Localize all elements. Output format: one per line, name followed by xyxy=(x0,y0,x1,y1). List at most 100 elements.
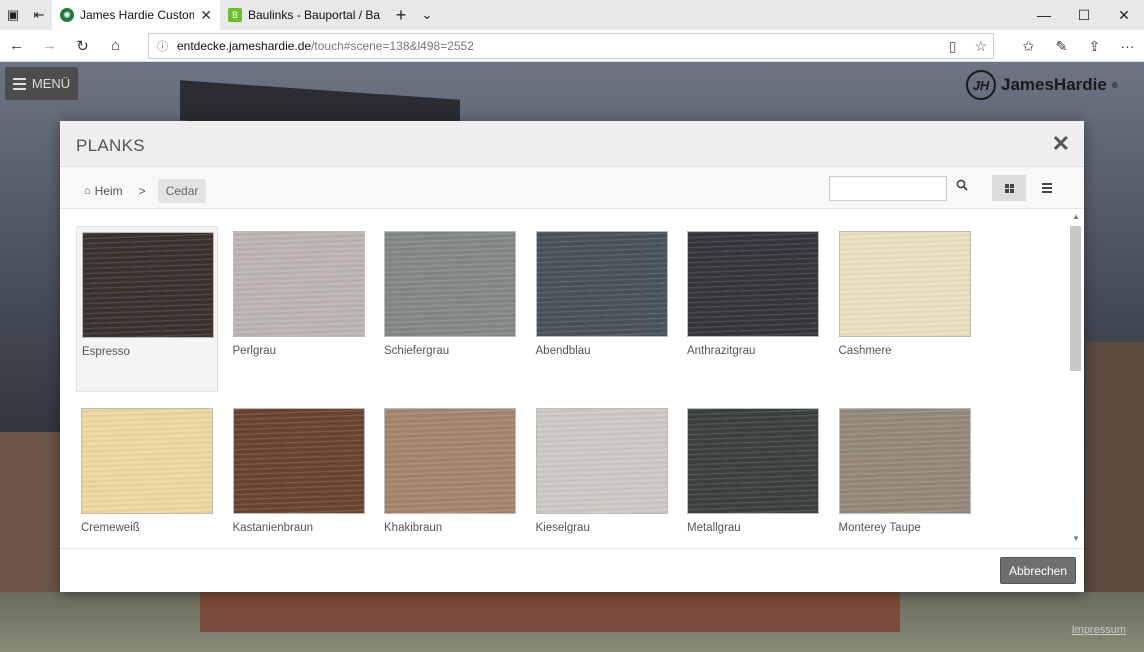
tabs-aside-icon[interactable]: ⇤ xyxy=(26,0,52,30)
site-info-icon[interactable]: ⓘ xyxy=(157,38,177,54)
home-icon[interactable]: ⌂ xyxy=(99,30,132,62)
minimize-icon[interactable]: — xyxy=(1024,0,1064,30)
favorites-hub-icon[interactable]: ✩ xyxy=(1012,38,1045,55)
address-bar: ← → ↻ ⌂ ⓘ entdecke.jameshardie.de /touch… xyxy=(0,30,1144,62)
swatch-label: Monterey Taupe xyxy=(838,522,921,534)
modal-close-icon[interactable]: ✕ xyxy=(1052,131,1070,157)
swatch-tile[interactable]: Cashmere xyxy=(834,226,976,392)
reading-view-icon[interactable]: ▯ xyxy=(949,38,957,55)
swatch-tile[interactable]: Abendblau xyxy=(531,226,673,392)
swatch-tile[interactable]: Kieselgrau xyxy=(531,403,673,548)
background-brick-wall xyxy=(200,592,900,632)
breadcrumb-home[interactable]: Heim xyxy=(95,184,123,198)
swatch-label: Metallgrau xyxy=(687,522,741,534)
swatch-label: Kieselgrau xyxy=(535,522,590,534)
swatch-tile[interactable]: Khakibraun xyxy=(379,403,521,548)
cancel-button[interactable]: Abbrechen xyxy=(1000,557,1076,584)
share-icon[interactable]: ⇪ xyxy=(1078,38,1111,55)
breadcrumb-separator: > xyxy=(138,184,146,198)
refresh-icon[interactable]: ↻ xyxy=(66,30,99,62)
swatch-image xyxy=(384,231,516,337)
swatch-tile[interactable]: Metallgrau xyxy=(682,403,824,548)
modal-header: PLANKS ✕ xyxy=(60,121,1084,167)
modal-footer: Abbrechen xyxy=(60,548,1084,592)
tab-actions-icon[interactable]: ▣ xyxy=(0,0,26,30)
scroll-thumb[interactable] xyxy=(1070,226,1081,371)
page-content: MENÜ JH JamesHardie ® Impressum PLANKS ✕… xyxy=(0,62,1144,652)
maximize-icon[interactable]: ☐ xyxy=(1064,0,1104,30)
new-tab-icon[interactable]: + xyxy=(388,0,414,30)
jh-logo-icon: JH xyxy=(966,70,996,100)
planks-modal: PLANKS ✕ ⌂ Heim > Cedar Espresso Perlgra… xyxy=(60,121,1084,592)
menu-label: MENÜ xyxy=(31,76,71,91)
swatch-label: Espresso xyxy=(82,346,130,358)
search-input[interactable] xyxy=(829,176,947,201)
brand-registered-mark: ® xyxy=(1111,80,1118,90)
swatch-label: Cremeweiß xyxy=(81,522,140,534)
tab-james-hardie[interactable]: ✺ James Hardie Customiz ✕ xyxy=(52,0,220,30)
tab-title: Baulinks - Bauportal / Baum xyxy=(248,8,380,22)
swatch-tile[interactable]: Schiefergrau xyxy=(379,226,521,392)
swatch-label: Kastanienbraun xyxy=(232,522,314,534)
swatch-tile[interactable]: Kastanienbraun xyxy=(228,403,370,548)
background-house-right xyxy=(1085,342,1144,592)
grid-view-icon xyxy=(1004,183,1014,193)
tab-list-chevron-icon[interactable]: ⌄ xyxy=(414,0,440,30)
swatch-image xyxy=(838,231,971,337)
modal-toolbar: ⌂ Heim > Cedar xyxy=(60,167,1084,209)
impressum-link[interactable]: Impressum xyxy=(1072,624,1126,636)
home-crumb-icon[interactable]: ⌂ xyxy=(84,185,91,197)
search-icon[interactable] xyxy=(956,179,968,194)
brand-logo: JH JamesHardie ® xyxy=(966,70,1118,100)
scroll-down-icon[interactable]: ▼ xyxy=(1070,534,1082,546)
more-icon[interactable]: ··· xyxy=(1111,38,1144,54)
browser-window: ▣ ⇤ ✺ James Hardie Customiz ✕ B Baulinks… xyxy=(0,0,1144,652)
swatch-label: Cashmere xyxy=(838,345,892,357)
favorite-star-icon[interactable]: ☆ xyxy=(974,38,987,55)
brand-name: JamesHardie xyxy=(1001,75,1107,94)
swatch-label: Schiefergrau xyxy=(384,345,450,357)
swatch-tile[interactable]: Espresso xyxy=(76,226,218,392)
swatch-tile[interactable]: Anthrazitgrau xyxy=(682,226,824,392)
swatch-label: Perlgrau xyxy=(232,345,276,357)
list-view-icon xyxy=(1042,183,1052,193)
james-hardie-favicon-icon: ✺ xyxy=(60,8,74,22)
menu-button[interactable]: MENÜ xyxy=(5,67,78,100)
window-close-icon[interactable]: ✕ xyxy=(1104,0,1144,30)
grid-view-button[interactable] xyxy=(992,175,1026,201)
forward-icon[interactable]: → xyxy=(33,30,66,62)
tab-baulinks[interactable]: B Baulinks - Bauportal / Baum xyxy=(220,0,388,30)
baulinks-favicon-icon: B xyxy=(228,8,242,22)
swatch-image xyxy=(838,408,971,514)
url-path: /touch#scene=138&l498=2552 xyxy=(311,39,474,53)
web-note-icon[interactable]: ✎ xyxy=(1045,38,1078,55)
back-icon[interactable]: ← xyxy=(0,30,33,62)
swatch-image xyxy=(81,408,213,514)
modal-title: PLANKS xyxy=(76,136,145,155)
swatch-image xyxy=(535,231,668,337)
swatch-image xyxy=(687,231,819,337)
swatch-image xyxy=(384,408,516,514)
swatch-image xyxy=(82,232,214,338)
swatch-label: Abendblau xyxy=(535,345,591,357)
scroll-up-icon[interactable]: ▲ xyxy=(1070,212,1082,224)
breadcrumb-current[interactable]: Cedar xyxy=(157,179,207,203)
swatch-image xyxy=(232,408,365,514)
swatch-tile[interactable]: Monterey Taupe xyxy=(834,403,976,548)
list-view-button[interactable] xyxy=(1030,175,1064,201)
swatch-tile[interactable]: Cremeweiß xyxy=(76,403,218,548)
swatch-tile[interactable]: Perlgrau xyxy=(228,226,370,392)
tab-title: James Hardie Customiz xyxy=(80,8,195,22)
tab-close-icon[interactable]: ✕ xyxy=(200,7,212,24)
hamburger-icon xyxy=(12,77,26,90)
url-field[interactable]: ⓘ entdecke.jameshardie.de /touch#scene=1… xyxy=(148,33,994,59)
swatch-label: Khakibraun xyxy=(384,522,443,534)
swatch-label: Anthrazitgrau xyxy=(687,345,756,357)
url-host: entdecke.jameshardie.de xyxy=(177,39,312,53)
swatch-image xyxy=(687,408,819,514)
swatch-image xyxy=(535,408,668,514)
scrollbar[interactable]: ▲ ▼ xyxy=(1070,212,1082,546)
tab-bar: ▣ ⇤ ✺ James Hardie Customiz ✕ B Baulinks… xyxy=(0,0,1144,30)
breadcrumb: ⌂ Heim > Cedar xyxy=(84,179,207,203)
swatch-image xyxy=(232,231,365,337)
